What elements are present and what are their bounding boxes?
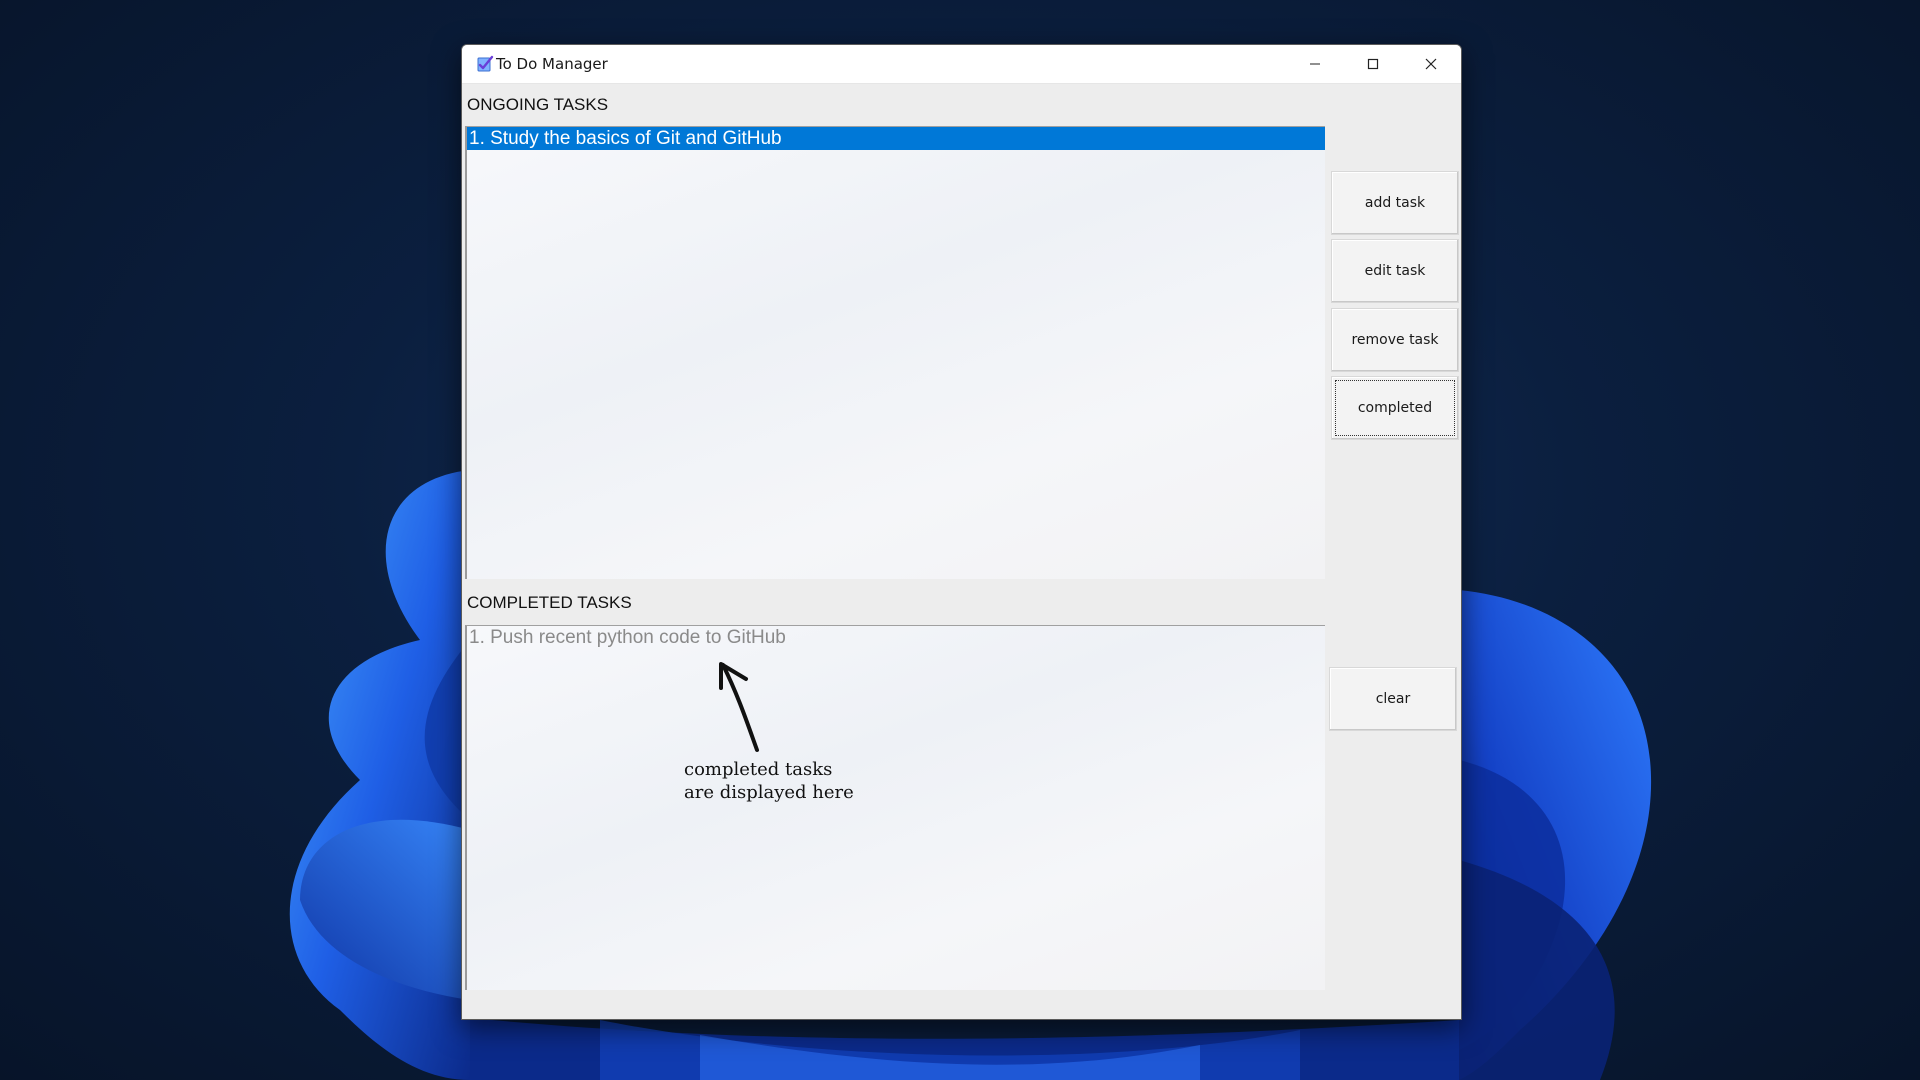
minimize-button[interactable]	[1286, 45, 1344, 83]
ongoing-tasks-label: ONGOING TASKS	[467, 95, 609, 114]
add-task-button[interactable]: add task	[1331, 171, 1459, 235]
checkmark-notepad-icon	[477, 55, 494, 72]
window-client-area: ONGOING TASKS 1. Study the basics of Git…	[462, 84, 1461, 1019]
edit-task-button[interactable]: edit task	[1331, 239, 1459, 303]
close-icon	[1425, 58, 1437, 70]
completed-button[interactable]: completed	[1331, 376, 1459, 440]
remove-task-button[interactable]: remove task	[1331, 308, 1459, 372]
close-button[interactable]	[1402, 45, 1460, 83]
completed-tasks-listbox[interactable]: 1. Push recent python code to GitHub	[465, 625, 1325, 990]
ongoing-tasks-listbox[interactable]: 1. Study the basics of Git and GitHub	[465, 126, 1325, 579]
todo-manager-window: To Do Manager ONGOING TASKS 1. Study the…	[461, 44, 1462, 1020]
annotation-text: completed tasks are displayed here	[684, 758, 854, 804]
ongoing-task-item[interactable]: 1. Study the basics of Git and GitHub	[467, 127, 1325, 150]
focus-ring	[1335, 380, 1455, 436]
clear-button[interactable]: clear	[1329, 667, 1457, 731]
completed-tasks-label: COMPLETED TASKS	[467, 593, 632, 612]
annotation-line-1: completed tasks	[684, 759, 833, 780]
completed-task-item[interactable]: 1. Push recent python code to GitHub	[467, 626, 1325, 649]
minimize-icon	[1310, 63, 1320, 65]
annotation-line-2: are displayed here	[684, 782, 854, 803]
maximize-icon	[1367, 58, 1379, 70]
window-title: To Do Manager	[496, 55, 608, 73]
maximize-button[interactable]	[1344, 45, 1402, 83]
title-bar[interactable]: To Do Manager	[462, 45, 1461, 84]
